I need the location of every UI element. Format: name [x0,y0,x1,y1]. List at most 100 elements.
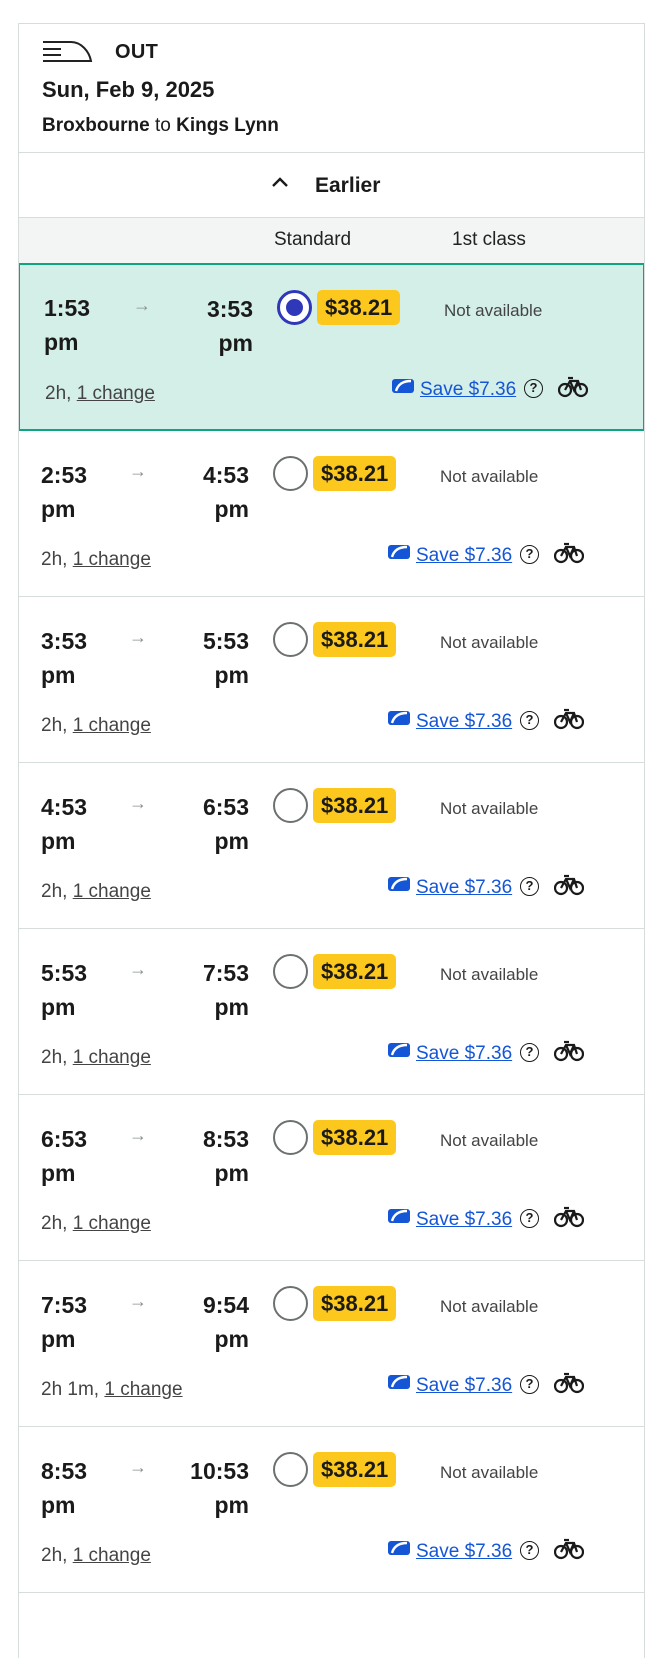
changes-link[interactable]: 1 change [73,1545,151,1566]
railcard-icon [387,1374,411,1395]
standard-fare-price[interactable]: $38.21 [317,290,401,325]
arrow-right-icon: → [133,295,151,315]
arrival-time: 7:53 pm [202,960,249,1020]
first-class-availability: Not available [440,799,539,818]
help-icon[interactable]: ? [520,545,539,564]
railcard-icon [387,1042,411,1063]
changes-link[interactable]: 1 change [73,881,151,902]
standard-fare-price[interactable]: $38.21 [313,622,397,657]
train-row[interactable]: 5:53 pm → 7:53 pm $38.21 Not available 2h,… [19,929,644,1095]
railcard-icon [387,544,411,565]
origin-station: Broxbourne [42,115,150,136]
help-icon[interactable]: ? [520,877,539,896]
railcard-save-link[interactable]: Save $7.36 [416,877,512,899]
standard-fare-price[interactable]: $38.21 [313,788,397,823]
departure-time: 2:53 pm [41,462,88,522]
arrow-right-icon: → [129,461,147,481]
help-icon[interactable]: ? [520,711,539,730]
railcard-save-link[interactable]: Save $7.36 [416,1541,512,1563]
railcard-save-link[interactable]: Save $7.36 [416,1043,512,1065]
bicycle-icon [553,542,585,569]
help-icon[interactable]: ? [520,1375,539,1394]
earlier-label: Earlier [315,174,381,197]
railcard-save-link[interactable]: Save $7.36 [416,545,512,567]
standard-fare-price[interactable]: $38.21 [313,1286,397,1321]
standard-fare-radio[interactable] [273,456,308,491]
standard-fare-price[interactable]: $38.21 [313,456,397,491]
departure-time: 7:53 pm [41,1292,88,1352]
changes-link[interactable]: 1 change [77,383,155,404]
help-icon[interactable]: ? [520,1209,539,1228]
arrival-time: 4:53 pm [202,462,249,522]
arrow-right-icon: → [129,793,147,813]
standard-fare-radio[interactable] [273,622,308,657]
train-row[interactable]: 6:53 pm → 8:53 pm $38.21 Not available 2h,… [19,1095,644,1261]
help-icon[interactable]: ? [520,1043,539,1062]
chevron-up-icon [271,175,289,194]
departure-time: 6:53 pm [41,1126,88,1186]
route-connector: to [154,115,171,136]
railcard-save-link[interactable]: Save $7.36 [416,1209,512,1231]
changes-link[interactable]: 1 change [73,715,151,736]
train-row[interactable]: 2:53 pm → 4:53 pm $38.21 Not available 2h,… [19,431,644,597]
railcard-save-link[interactable]: Save $7.36 [420,379,516,401]
arrival-time: 6:53 pm [202,794,249,854]
train-row[interactable]: 8:53 pm → 10:53 pm $38.21 Not available 2h… [19,1427,644,1593]
bicycle-icon [557,376,589,403]
changes-link[interactable]: 1 change [104,1379,182,1400]
first-class-availability: Not available [440,1297,539,1316]
journey-duration: 2h, 1 change [41,881,151,902]
train-row[interactable]: 7:53 pm → 9:54 pm $38.21 Not available 2h … [19,1261,644,1427]
first-class-availability: Not available [440,633,539,652]
bicycle-icon [553,708,585,735]
direction-label: OUT [115,41,159,63]
arrow-right-icon: → [129,1457,147,1477]
standard-fare-radio[interactable] [273,788,308,823]
first-class-availability: Not available [440,1463,539,1482]
standard-fare-price[interactable]: $38.21 [313,1120,397,1155]
train-row[interactable]: 4:53 pm → 6:53 pm $38.21 Not available 2h,… [19,763,644,929]
earlier-trains-button[interactable]: Earlier [19,153,644,218]
arrival-time: 8:53 pm [202,1126,249,1186]
help-icon[interactable]: ? [524,379,543,398]
departure-time: 8:53 pm [41,1458,88,1518]
standard-fare-price[interactable]: $38.21 [313,954,397,989]
journey-duration: 2h, 1 change [41,1047,151,1068]
railcard-icon [387,1208,411,1229]
train-row[interactable]: 1:53 pm → 3:53 pm $38.21 Not available 2h,… [19,263,644,431]
first-class-column-label: 1st class [452,229,526,250]
departure-time: 1:53 pm [44,295,91,355]
railcard-save-link[interactable]: Save $7.36 [416,1375,512,1397]
standard-column-label: Standard [274,229,352,250]
first-class-availability: Not available [440,1131,539,1150]
standard-fare-price[interactable]: $38.21 [313,1452,397,1487]
railcard-icon [387,710,411,731]
standard-fare-radio[interactable] [273,954,308,989]
journey-duration: 2h, 1 change [45,383,155,404]
arrow-right-icon: → [129,1291,147,1311]
arrival-time: 10:53 pm [190,1458,249,1518]
arrow-right-icon: → [129,1125,147,1145]
journey-date: Sun, Feb 9, 2025 [42,77,215,102]
train-row[interactable]: 3:53 pm → 5:53 pm $38.21 Not available 2h,… [19,597,644,763]
standard-fare-radio[interactable] [273,1452,308,1487]
standard-fare-radio[interactable] [273,1120,308,1155]
standard-fare-radio[interactable] [273,1286,308,1321]
departure-time: 3:53 pm [41,628,88,688]
first-class-availability: Not available [444,301,543,320]
departure-time: 5:53 pm [41,960,88,1020]
bicycle-icon [553,1040,585,1067]
help-icon[interactable]: ? [520,1541,539,1560]
railcard-save-link[interactable]: Save $7.36 [416,711,512,733]
changes-link[interactable]: 1 change [73,549,151,570]
changes-link[interactable]: 1 change [73,1213,151,1234]
bicycle-icon [553,1538,585,1565]
journey-duration: 2h, 1 change [41,1213,151,1234]
railcard-icon [387,876,411,897]
journey-panel: OUT Sun, Feb 9, 2025 Broxbourne to Kings… [18,23,645,1658]
train-icon [41,39,95,70]
arrival-time: 3:53 pm [206,296,253,356]
changes-link[interactable]: 1 change [73,1047,151,1068]
standard-fare-radio[interactable] [277,290,312,325]
journey-duration: 2h, 1 change [41,715,151,736]
